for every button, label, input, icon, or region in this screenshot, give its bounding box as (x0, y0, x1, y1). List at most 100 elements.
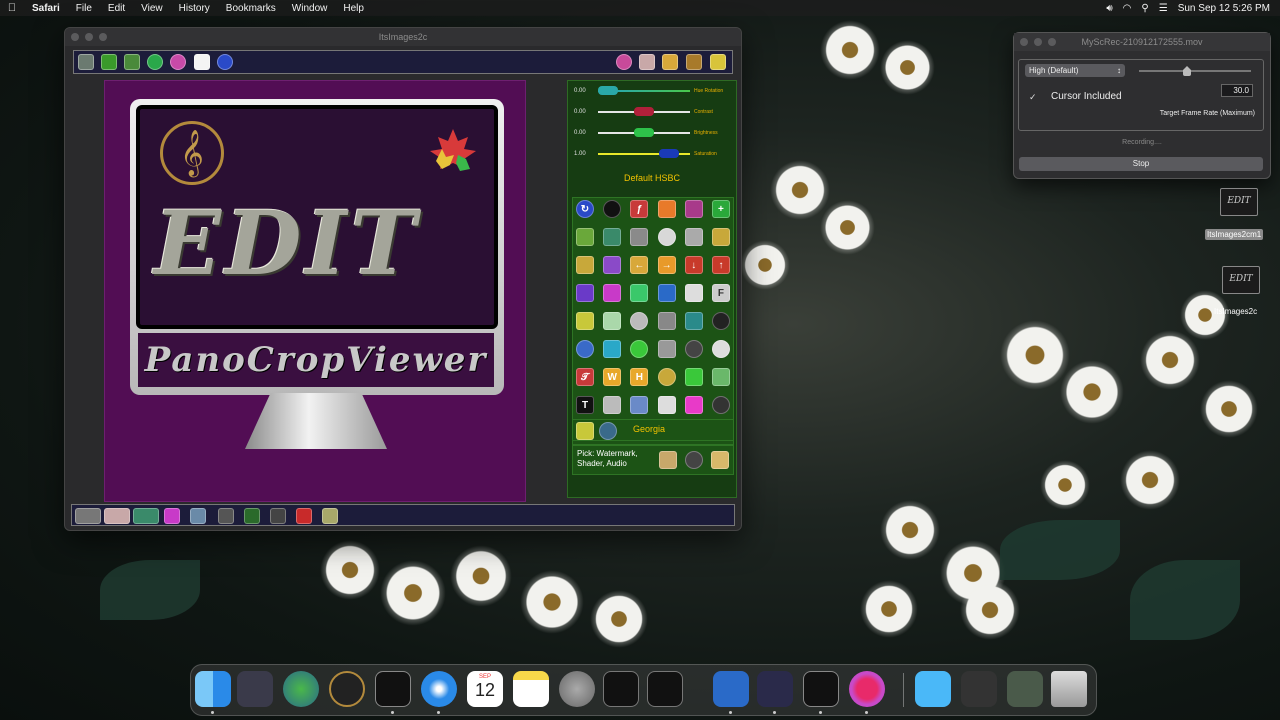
fps-field[interactable]: 30.0 (1221, 84, 1253, 97)
font-globe-icon[interactable] (599, 422, 617, 440)
saturation-slider[interactable]: 1.00 Saturation (574, 148, 734, 160)
menu-clock[interactable]: Sun Sep 12 5:26 PM (1178, 3, 1270, 14)
finder-icon[interactable] (195, 671, 231, 707)
shield-icon[interactable] (657, 200, 676, 218)
fx-icon[interactable]: ƒ (630, 200, 649, 218)
edit-app-2-icon[interactable] (803, 671, 839, 707)
trash-icon[interactable] (1051, 671, 1087, 707)
resize-icon[interactable] (576, 228, 594, 246)
home-icon[interactable] (164, 508, 180, 524)
desktop-file-icon[interactable]: EDIT (1220, 188, 1258, 216)
audio-icon[interactable] (711, 451, 729, 469)
timer-icon[interactable] (657, 228, 676, 246)
effect-icon[interactable] (684, 284, 703, 302)
desktop-file-label[interactable]: ItsImages2cm1 (1205, 229, 1264, 240)
brightness-slider[interactable]: 0.00 Brightness (574, 127, 734, 139)
letter-w-icon[interactable]: W (603, 368, 622, 386)
mirror-h-icon[interactable] (576, 340, 594, 358)
arrow-up-icon[interactable]: ↑ (711, 256, 730, 274)
gif-icon[interactable] (104, 508, 130, 524)
screen-recorder-icon[interactable] (849, 671, 885, 707)
menu-history[interactable]: History (171, 3, 218, 14)
quality-slider-knob[interactable] (1183, 66, 1191, 76)
menu-file[interactable]: File (68, 3, 100, 14)
notes-icon[interactable] (513, 671, 549, 707)
terminal-icon[interactable] (603, 671, 639, 707)
duplicate-icon[interactable] (603, 228, 622, 246)
rotate-icon[interactable]: ↻ (576, 200, 594, 218)
text-tool-icon[interactable] (296, 508, 312, 524)
brush-icon[interactable] (603, 312, 622, 330)
color-wheel-icon[interactable] (630, 340, 649, 358)
folder-icon[interactable] (190, 508, 206, 524)
disk-icon[interactable] (616, 54, 632, 70)
grid-icon[interactable] (124, 54, 140, 70)
contrast-knob[interactable] (634, 107, 654, 116)
arrow-right-icon[interactable]: → (657, 256, 676, 274)
plus-icon[interactable]: + (711, 200, 730, 218)
apple-icon[interactable]:  (0, 2, 24, 14)
zoom-out-icon[interactable] (603, 284, 622, 302)
letter-t-icon[interactable]: T (576, 396, 594, 414)
arrow-down-icon[interactable]: ↓ (684, 256, 703, 274)
magnet-icon[interactable] (657, 284, 676, 302)
video-icon[interactable] (684, 368, 703, 386)
calendar-icon[interactable]: SEP 12 (467, 671, 503, 707)
grid-split-icon[interactable] (603, 256, 622, 274)
safari-icon[interactable] (421, 671, 457, 707)
vignette-icon[interactable] (684, 340, 703, 358)
quality-select[interactable]: High (Default) ↕ (1025, 64, 1125, 77)
control-center-icon[interactable]: ☰ (1159, 3, 1168, 14)
moon-icon[interactable] (711, 312, 730, 330)
clipboard-icon[interactable] (710, 54, 726, 70)
camera-icon[interactable] (684, 200, 703, 218)
volume-icon[interactable]: 🔊︎ (1106, 3, 1112, 14)
film-icon[interactable] (218, 508, 234, 524)
menu-help[interactable]: Help (335, 3, 372, 14)
applications-folder-icon[interactable] (915, 671, 951, 707)
resolution-icon[interactable] (244, 508, 260, 524)
puzzle-icon[interactable] (576, 312, 594, 330)
shader-icon[interactable] (685, 451, 703, 469)
letter-h-icon[interactable]: H (630, 368, 649, 386)
dice-icon[interactable] (657, 396, 676, 414)
menu-app-name[interactable]: Safari (24, 3, 68, 14)
split-icon[interactable] (576, 256, 594, 274)
downloads-stack-icon[interactable] (961, 671, 997, 707)
calculator-icon[interactable] (237, 671, 273, 707)
stack-icon[interactable] (639, 54, 655, 70)
noise-icon[interactable] (603, 396, 622, 414)
menu-edit[interactable]: Edit (100, 3, 133, 14)
circle-icon[interactable] (603, 200, 622, 218)
desktop-file-label[interactable]: ItsImages2c (1212, 306, 1259, 317)
ball-icon[interactable] (630, 312, 649, 330)
export-icon[interactable] (711, 368, 730, 386)
desktop-file-icon[interactable]: EDIT (1222, 266, 1260, 294)
crop-icon[interactable] (630, 228, 649, 246)
spotlight-icon[interactable]: ⚲ (1141, 3, 1148, 14)
brightness-knob[interactable] (634, 128, 654, 137)
screenshot-icon[interactable] (78, 54, 94, 70)
sharpen-icon[interactable] (711, 228, 730, 246)
sphere-icon[interactable] (711, 396, 730, 414)
square-icon[interactable] (657, 340, 676, 358)
hue-slider[interactable]: 0.00 Hue Rotation (574, 85, 734, 97)
image-canvas[interactable]: 𝄞 EDIT PanoCropViewer (104, 80, 526, 502)
palette-icon[interactable] (684, 396, 703, 414)
mirror-v-icon[interactable] (603, 340, 622, 358)
text-style-icon[interactable]: 𝒯 (576, 368, 594, 386)
system-preferences-icon[interactable] (559, 671, 595, 707)
quality-slider[interactable] (1139, 66, 1251, 76)
cursor-checkbox[interactable]: ✓ (1029, 92, 1037, 103)
tools-icon[interactable] (270, 508, 286, 524)
player-app-icon[interactable] (757, 671, 793, 707)
font-name-label[interactable]: Georgia (633, 424, 665, 434)
document-icon[interactable] (194, 54, 210, 70)
pacman-icon[interactable] (170, 54, 186, 70)
letter-f-icon[interactable]: F (711, 284, 730, 302)
gear-icon[interactable] (684, 312, 703, 330)
music-app-icon[interactable] (329, 671, 365, 707)
menu-window[interactable]: Window (284, 3, 336, 14)
wifi-icon[interactable]: ◠ (1123, 3, 1132, 14)
award-icon[interactable] (322, 508, 338, 524)
